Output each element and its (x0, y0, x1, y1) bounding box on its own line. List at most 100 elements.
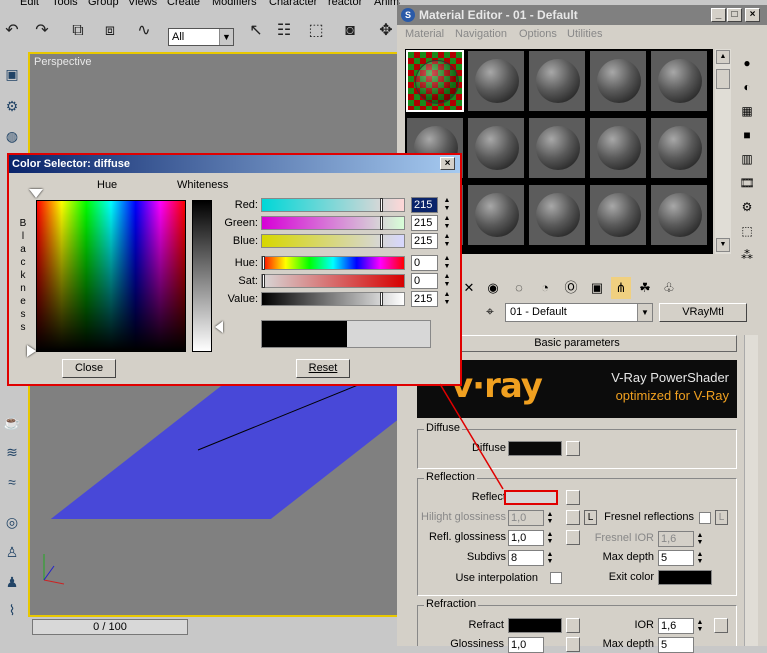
show-map-icon[interactable]: Ⓞ (561, 277, 581, 299)
diffuse-map-button[interactable] (566, 441, 580, 456)
sample-slot-8[interactable] (528, 117, 586, 179)
video-color-check-icon[interactable]: ▥ (736, 149, 758, 169)
minimize-icon[interactable]: _ (711, 8, 726, 22)
sample-slot-15[interactable] (650, 184, 708, 246)
blue-slider[interactable] (261, 234, 405, 248)
slots-scrollbar[interactable]: ▲ ▼ (715, 49, 731, 254)
go-forward-sibling-icon[interactable]: ☘ (635, 277, 655, 299)
menu-options[interactable]: Options (519, 28, 557, 40)
refract-map-button[interactable] (566, 618, 580, 633)
hue-input[interactable]: 0 (411, 255, 438, 271)
options-icon[interactable]: ⚙ (736, 197, 758, 217)
refract-color-swatch[interactable] (508, 618, 562, 633)
material-editor-titlebar[interactable]: S Material Editor - 01 - Default _ □ × (397, 5, 767, 25)
hue-blackness-field[interactable] (36, 200, 186, 352)
select-by-material-icon[interactable]: ⬚ (736, 221, 758, 241)
maximize-icon[interactable]: □ (727, 8, 742, 22)
link-icon[interactable]: ⧉ (66, 18, 90, 44)
hue-spinner-icon[interactable]: ▲ ▼ (442, 255, 452, 271)
green-input[interactable]: 215 (411, 215, 438, 231)
figure-icon[interactable]: ♟ (2, 572, 22, 592)
material-type-button[interactable]: VRayMtl (659, 303, 747, 322)
sphere-icon[interactable]: ◍ (2, 126, 22, 146)
parameters-scrollbar[interactable] (744, 335, 758, 646)
spinner-arrows-icon[interactable]: ▲ ▼ (545, 531, 555, 545)
ior-spinner[interactable]: 1,6 ▲ ▼ (658, 618, 703, 634)
basic-parameters-rollout[interactable]: Basic parameters (417, 335, 737, 352)
subdivs-spinner[interactable]: 8 ▲ ▼ (508, 550, 553, 566)
scroll-up-icon[interactable]: ▲ (716, 50, 730, 64)
blue-spinner-icon[interactable]: ▲ ▼ (442, 233, 452, 249)
exit-color-swatch[interactable] (658, 570, 712, 585)
sat-slider[interactable] (261, 274, 405, 288)
window-crossing-icon[interactable]: ◙ (338, 18, 362, 44)
selection-region-icon[interactable]: ⬚ (304, 18, 328, 44)
value-spinner-icon[interactable]: ▲ ▼ (442, 291, 452, 307)
refraction-max-depth-spinner[interactable]: 5 (658, 637, 694, 653)
reset-button[interactable]: Reset (296, 359, 350, 378)
put-to-library-icon[interactable]: ◌ (509, 277, 529, 299)
scroll-down-icon[interactable]: ▼ (716, 238, 730, 252)
color-selector-titlebar[interactable]: Color Selector: diffuse × (9, 155, 460, 173)
get-material-icon[interactable]: ♧ (659, 277, 679, 299)
menu-views[interactable]: Views (128, 0, 157, 8)
whiteness-pointer-icon[interactable] (215, 321, 223, 333)
sat-slider-thumb[interactable] (262, 274, 265, 288)
delete-icon[interactable]: ✕ (459, 277, 479, 299)
green-slider-thumb[interactable] (380, 216, 383, 230)
reflect-map-button[interactable] (566, 490, 580, 505)
close-button[interactable]: Close (62, 359, 116, 378)
sample-slot-14[interactable] (589, 184, 647, 246)
refraction-glossiness-spinner[interactable]: 1,0 (508, 637, 544, 653)
spring-icon[interactable]: ≈ (2, 472, 22, 492)
tool-icon[interactable]: ⚙ (2, 96, 22, 116)
go-to-parent-icon[interactable]: ⋔ (611, 277, 631, 299)
biped-icon[interactable]: ♙ (2, 542, 22, 562)
menu-edit[interactable]: Edit (20, 0, 39, 8)
sample-slot-4[interactable] (589, 50, 647, 112)
sample-slot-1[interactable] (406, 50, 464, 112)
move-icon[interactable]: ✥ (374, 18, 398, 44)
sample-slot-3[interactable] (528, 50, 586, 112)
value-input[interactable]: 215 (411, 291, 438, 307)
background-icon[interactable]: ▦ (736, 101, 758, 121)
unlink-icon[interactable]: ⧈ (98, 18, 122, 44)
red-slider[interactable] (261, 198, 405, 212)
menu-tools[interactable]: Tools (52, 0, 78, 8)
sample-slot-13[interactable] (528, 184, 586, 246)
use-interpolation-checkbox[interactable] (550, 572, 562, 584)
sample-slot-9[interactable] (589, 117, 647, 179)
reflect-color-swatch[interactable] (504, 490, 558, 505)
uv-tiling-icon[interactable]: ■ (736, 125, 758, 145)
sample-slot-7[interactable] (467, 117, 525, 179)
material-name-dropdown[interactable]: 01 - Default ▼ (505, 303, 653, 322)
blue-slider-thumb[interactable] (380, 234, 383, 248)
time-slider[interactable]: 0 / 100 (32, 619, 188, 635)
hilight-glossiness-spinner[interactable]: 1,0 ▲ ▼ (508, 510, 553, 526)
sample-slot-12[interactable] (467, 184, 525, 246)
refraction-glossiness-map-button[interactable] (566, 637, 580, 652)
red-input[interactable]: 215 (411, 197, 438, 213)
blackness-pointer-icon[interactable] (27, 345, 36, 357)
refl-glossiness-spinner[interactable]: 1,0 ▲ ▼ (508, 530, 553, 546)
hue-slider[interactable] (261, 256, 405, 270)
teapot-icon[interactable]: ☕ (2, 412, 22, 432)
spinner-arrows-icon[interactable]: ▲ ▼ (695, 551, 705, 565)
menu-reactor[interactable]: reactor (328, 0, 362, 8)
show-end-result-icon[interactable]: ▣ (587, 277, 607, 299)
select-object-icon[interactable]: ↖ (244, 18, 268, 44)
menu-navigation[interactable]: Navigation (455, 28, 507, 40)
make-preview-icon[interactable]: 🎞 (736, 173, 758, 193)
blue-input[interactable]: 215 (411, 233, 438, 249)
whiteness-bar[interactable] (192, 200, 212, 352)
menu-character[interactable]: Character (269, 0, 317, 8)
spinner-arrows-icon[interactable]: ▲ ▼ (545, 511, 555, 525)
value-slider-thumb[interactable] (380, 292, 383, 306)
sat-input[interactable]: 0 (411, 273, 438, 289)
reflection-max-depth-spinner[interactable]: 5 ▲ ▼ (658, 550, 703, 566)
box-icon[interactable]: ▣ (2, 64, 22, 84)
fresnel-ior-spinner[interactable]: 1,6 ▲ ▼ (658, 531, 703, 547)
menu-material[interactable]: Material (405, 28, 444, 40)
make-unique-icon[interactable]: ◉ (483, 277, 503, 299)
red-slider-thumb[interactable] (380, 198, 383, 212)
